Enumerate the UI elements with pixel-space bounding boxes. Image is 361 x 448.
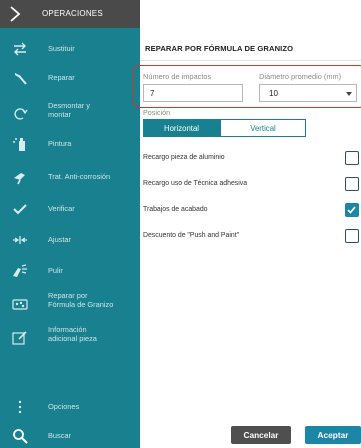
swap-arrows-icon	[14, 42, 26, 56]
sidebar-item-sustituir[interactable]: Sustituir	[0, 36, 140, 62]
sidebar: Sustituir Reparar Desmontar y montar Pin…	[0, 28, 140, 448]
sidebar-item-label: Trat. Anti-corrosión	[48, 172, 111, 181]
sidebar-options[interactable]: Opciones	[0, 394, 140, 420]
checkmark-icon	[347, 206, 356, 214]
option-label: Recargo pieza de aluminio	[143, 154, 225, 161]
hail-icon	[12, 299, 28, 310]
position-label: Posición	[143, 108, 171, 117]
hammer-icon	[15, 73, 27, 85]
option-row-push-paint: Descuento de "Push and Paint"	[143, 229, 361, 243]
main-panel: REPARAR POR FÓRMULA DE GRANIZO Número de…	[132, 0, 361, 448]
sidebar-item-label: Ajustar	[48, 235, 72, 244]
push-paint-checkbox[interactable]	[345, 229, 359, 243]
divider	[140, 60, 361, 61]
option-label: Recargo uso de Técnica adhesiva	[143, 180, 248, 187]
spray-gun-icon	[14, 173, 25, 185]
option-row-adhesiva: Recargo uso de Técnica adhesiva	[143, 177, 361, 191]
sidebar-item-label: Reparar	[48, 73, 75, 82]
adhesiva-checkbox[interactable]	[345, 177, 359, 191]
polish-icon	[13, 264, 27, 277]
sidebar-search[interactable]: Buscar	[0, 423, 140, 448]
sidebar-item-desmontar[interactable]: Desmontar y montar	[0, 98, 140, 128]
accept-button[interactable]: Aceptar	[305, 426, 361, 444]
aluminio-checkbox[interactable]	[345, 151, 359, 165]
edit-note-icon	[12, 331, 27, 345]
impacts-label: Número de impactos	[143, 72, 212, 81]
refresh-icon	[14, 108, 28, 120]
more-vertical-icon	[18, 400, 22, 414]
diameter-label: Diámetro promedio (mm)	[259, 72, 342, 81]
sidebar-search-label: Buscar	[48, 431, 72, 440]
page-title: REPARAR POR FÓRMULA DE GRANIZO	[145, 44, 294, 53]
impacts-value: 7	[150, 89, 155, 98]
option-label: Descuento de "Push and Paint"	[143, 232, 240, 239]
sidebar-item-label: Pulir	[48, 266, 63, 275]
sidebar-item-reparar[interactable]: Reparar	[0, 65, 140, 91]
sidebar-item-label: Reparar por Fórmula de Granizo	[48, 291, 114, 309]
checkmark-icon	[13, 204, 27, 215]
diameter-value: 10	[269, 89, 278, 98]
sidebar-item-granizo[interactable]: Reparar por Fórmula de Granizo	[0, 288, 140, 318]
search-icon	[13, 429, 28, 444]
diameter-select[interactable]: 10	[259, 84, 357, 102]
sidebar-item-label: Verificar	[48, 204, 75, 213]
sidebar-options-label: Opciones	[48, 402, 80, 411]
option-row-aluminio: Recargo pieza de aluminio	[143, 151, 361, 165]
chevron-down-icon	[346, 92, 352, 96]
chevron-right-icon[interactable]	[7, 5, 23, 23]
sidebar-item-label: Pintura	[48, 139, 72, 148]
sidebar-item-verificar[interactable]: Verificar	[0, 196, 140, 222]
sidebar-item-pintura[interactable]: Pintura	[0, 131, 140, 157]
sidebar-item-informacion[interactable]: Información adicional pieza	[0, 322, 140, 352]
position-horizontal-button[interactable]: Horizontal	[143, 119, 220, 137]
sidebar-item-label: Desmontar y montar	[48, 101, 90, 119]
option-row-acabado: Trabajos de acabado	[143, 203, 361, 217]
cancel-button[interactable]: Cancelar	[231, 426, 291, 444]
sidebar-item-ajustar[interactable]: Ajustar	[0, 227, 140, 253]
position-vertical-button[interactable]: Vertical	[220, 119, 306, 137]
sidebar-item-label: Información adicional pieza	[48, 325, 97, 343]
sidebar-item-label: Sustituir	[48, 44, 75, 53]
impacts-input[interactable]: 7	[143, 84, 243, 102]
sidebar-item-pulir[interactable]: Pulir	[0, 258, 140, 284]
sidebar-item-anticorrosion[interactable]: Trat. Anti-corrosión	[0, 164, 140, 190]
adjust-arrows-icon	[13, 236, 27, 244]
option-label: Trabajos de acabado	[143, 206, 208, 213]
operations-title: OPERACIONES	[42, 9, 103, 18]
acabado-checkbox[interactable]	[345, 203, 359, 217]
top-bar: OPERACIONES	[0, 0, 140, 28]
spray-icon	[13, 138, 25, 151]
